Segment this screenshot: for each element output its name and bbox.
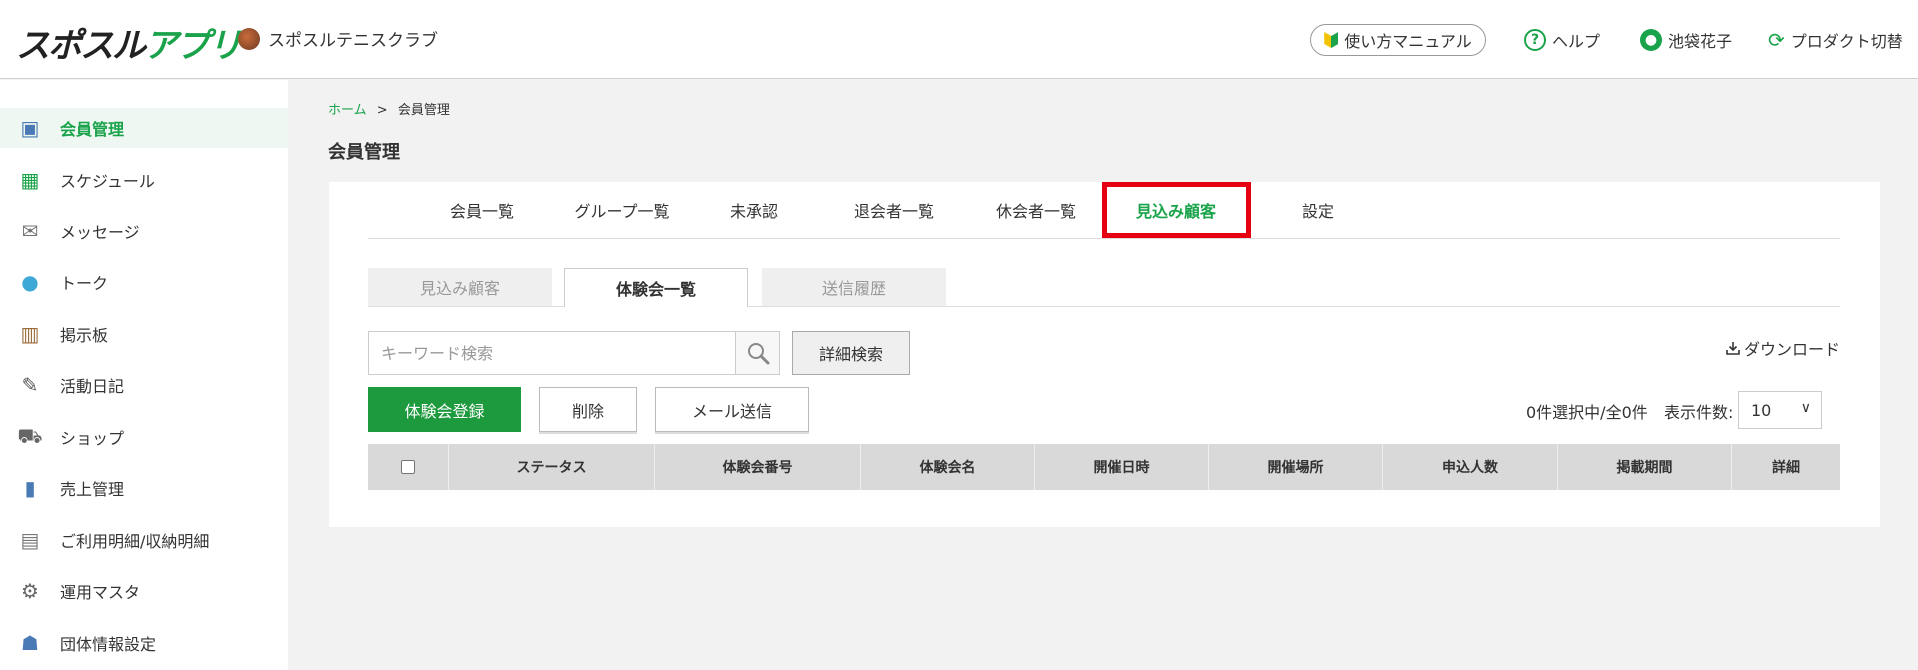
subtab-send-history[interactable]: 送信履歴 [762,268,946,306]
search-button[interactable] [735,332,779,374]
app-header: スポスルアプリ スポスルテニスクラブ 使い方マニュアル ? ヘルプ ● 池袋花子… [0,0,1918,79]
club-selector[interactable]: スポスルテニスクラブ [238,26,438,51]
breadcrumb: ホーム > 会員管理 [328,103,450,118]
diary-icon: ✎ [21,373,39,397]
receipt-icon: ▤ [20,528,40,552]
cart-icon: ⛟ [17,423,43,448]
beginner-mark-icon [1324,32,1339,48]
tab-member-list[interactable]: 会員一覧 [412,182,552,238]
user-icon: ● [1640,29,1662,51]
manual-button[interactable]: 使い方マニュアル [1310,24,1486,56]
user-menu[interactable]: ● 池袋花子 [1640,28,1732,52]
column-header-datetime[interactable]: 開催日時 [1035,444,1209,490]
club-avatar-icon [238,27,260,50]
sales-chart-icon: ▮ [24,476,36,500]
sidebar-item-sales[interactable]: ▮ 売上管理 [0,468,288,508]
sidebar-item-billing[interactable]: ▤ ご利用明細/収納明細 [0,520,288,560]
board-icon: ▥ [20,322,40,346]
refresh-icon: ⟳ [1768,28,1785,52]
selection-count: 0件選択中/全0件 [1526,403,1648,422]
tab-withdrawn-list[interactable]: 退会者一覧 [824,182,964,238]
tab-unapproved[interactable]: 未承認 [684,182,824,238]
column-header-venue[interactable]: 開催場所 [1209,444,1383,490]
sidebar-item-message[interactable]: ✉ メッセージ [0,211,288,251]
sidebar-item-shop[interactable]: ⛟ ショップ [0,417,288,457]
club-name: スポスルテニスクラブ [268,31,438,51]
column-header-trial-name[interactable]: 体験会名 [861,444,1035,490]
keyword-search-input[interactable] [369,332,735,374]
calendar-icon: ▦ [20,168,40,192]
help-link[interactable]: ? ヘルプ [1524,28,1600,52]
page-title: 会員管理 [328,142,400,163]
tools-icon: ⚙ [21,579,39,603]
send-mail-button[interactable]: メール送信 [655,387,809,432]
group-icon: ☗ [21,631,39,655]
sidebar-item-schedule[interactable]: ▦ スケジュール [0,160,288,200]
column-header-period[interactable]: 掲載期間 [1558,444,1732,490]
column-header-detail: 詳細 [1772,460,1800,476]
column-header-status[interactable]: ステータス [449,444,655,490]
tab-highlight-box [1102,182,1251,238]
detail-search-button[interactable]: 詳細検索 [792,331,910,375]
download-link[interactable]: ダウンロード [1726,336,1840,360]
select-all-checkbox[interactable] [401,460,415,474]
member-icon: ▣ [20,116,40,140]
register-trial-button[interactable]: 体験会登録 [368,387,521,432]
sidebar-item-board[interactable]: ▥ 掲示板 [0,314,288,354]
delete-button[interactable]: 削除 [539,387,637,432]
column-header-trial-number[interactable]: 体験会番号 [655,444,861,490]
chevron-down-icon: ∨ [1800,400,1811,416]
sidebar-item-diary[interactable]: ✎ 活動日記 [0,365,288,405]
per-page-label: 表示件数: [1664,403,1734,422]
app-logo[interactable]: スポスルアプリ [16,20,242,66]
sidebar-item-organization[interactable]: ☗ 団体情報設定 [0,623,288,663]
download-icon [1726,342,1740,355]
sub-tabs: 見込み顧客 体験会一覧 送信履歴 [368,268,1840,307]
sidebar: ▣ 会員管理 ▦ スケジュール ✉ メッセージ ● トーク ▥ 掲示板 ✎ 活動… [0,80,288,670]
tab-settings[interactable]: 設定 [1248,182,1388,238]
select-all-cell [368,444,449,490]
subtab-trial-list[interactable]: 体験会一覧 [564,268,748,307]
chat-bubble-icon: ● [21,270,39,294]
per-page-select[interactable]: 10 ∨ [1738,391,1822,429]
breadcrumb-current: 会員管理 [397,103,450,118]
search-box [368,331,780,375]
table-header: ステータス 体験会番号 体験会名 開催日時 開催場所 申込人数 掲載期間 詳細 [368,444,1840,490]
subtab-prospects[interactable]: 見込み顧客 [368,268,552,306]
sidebar-item-master[interactable]: ⚙ 運用マスタ [0,571,288,611]
sidebar-item-members[interactable]: ▣ 会員管理 [0,108,288,148]
envelope-icon: ✉ [21,219,39,243]
search-icon [747,343,769,365]
tab-group-list[interactable]: グループ一覧 [552,182,692,238]
product-switch-link[interactable]: ⟳ プロダクト切替 [1768,28,1903,52]
column-header-applicants[interactable]: 申込人数 [1383,444,1558,490]
breadcrumb-home-link[interactable]: ホーム [328,103,367,118]
sidebar-item-talk[interactable]: ● トーク [0,262,288,302]
tab-suspended-list[interactable]: 休会者一覧 [966,182,1106,238]
help-icon: ? [1524,29,1546,51]
